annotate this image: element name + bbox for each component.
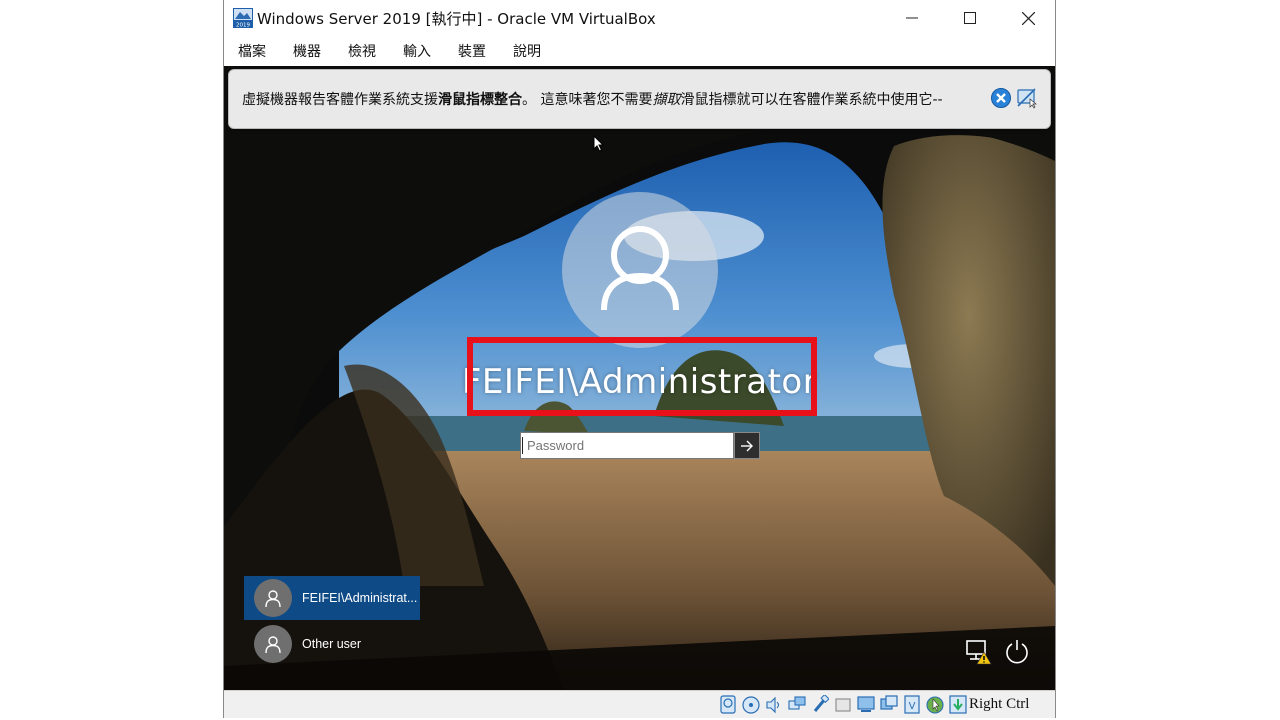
mouse-integration-icon[interactable] [926,695,944,714]
menu-file[interactable]: 檔案 [238,41,266,61]
recording-icon[interactable] [880,695,898,714]
network-icon[interactable] [788,695,806,714]
user-list-label: FEIFEI\Administrat... [302,591,418,605]
menu-bar: 檔案 機器 檢視 輸入 裝置 說明 [224,36,1055,66]
password-submit-button[interactable] [734,432,760,459]
do-not-show-again-icon[interactable] [1016,87,1038,109]
menu-machine[interactable]: 機器 [293,41,321,61]
usb-icon[interactable] [811,695,829,714]
maximize-button[interactable] [941,0,999,36]
close-button[interactable] [999,0,1057,36]
user-avatar-small [254,579,292,617]
close-notification-icon[interactable] [990,87,1012,109]
mouse-pointer-icon [593,135,605,152]
host-key-label: Right Ctrl [969,696,1030,712]
menu-help[interactable]: 說明 [513,41,541,61]
virtualbox-vm-icon[interactable]: 2019 [233,8,253,28]
user-icon [601,226,679,311]
status-bar: V Right Ctrl [224,690,1055,718]
menu-input[interactable]: 輸入 [403,41,431,61]
close-icon [1021,11,1035,25]
vm-display[interactable]: 虛擬機器報告客體作業系統支援滑鼠指標整合。 這意味著您不需要擷取滑鼠指標就可以在… [224,66,1055,690]
optical-drive-icon[interactable] [742,695,760,714]
user-icon [265,636,281,654]
svg-text:2019: 2019 [236,23,250,29]
user-icon [265,590,281,608]
display-icon[interactable] [857,695,875,714]
title-bar: 2019 Windows Server 2019 [執行中] - Oracle … [224,0,1055,36]
username-highlight-box [467,337,817,416]
menu-devices[interactable]: 裝置 [458,41,486,61]
user-avatar-small [254,625,292,663]
user-list-label: Other user [302,637,362,651]
maximize-icon [964,12,976,24]
hard-disk-icon[interactable] [719,695,737,714]
text-caret [522,437,523,454]
audio-icon[interactable] [765,695,783,714]
keyboard-capture-icon[interactable] [949,695,967,714]
virtualbox-window: 2019 Windows Server 2019 [執行中] - Oracle … [223,0,1056,718]
mouse-integration-notification: 虛擬機器報告客體作業系統支援滑鼠指標整合。 這意味著您不需要擷取滑鼠指標就可以在… [228,69,1051,129]
minimize-button[interactable] [883,0,941,36]
cpu-virtualization-icon[interactable]: V [903,695,921,714]
arrow-right-icon [741,440,753,451]
notification-text: 虛擬機器報告客體作業系統支援滑鼠指標整合。 這意味著您不需要擷取滑鼠指標就可以在… [242,92,943,108]
user-list-item-other-user[interactable]: Other user [244,622,420,666]
shared-folders-icon[interactable] [834,695,852,714]
user-avatar-large [562,192,718,348]
svg-text:V: V [909,701,916,712]
network-warning-icon[interactable] [964,636,994,666]
password-input[interactable] [520,432,734,459]
minimize-icon [906,17,918,19]
menu-view[interactable]: 檢視 [348,41,376,61]
user-list-item-administrator[interactable]: FEIFEI\Administrat... [244,576,420,620]
power-options-icon[interactable] [1002,636,1032,666]
window-title: Windows Server 2019 [執行中] - Oracle VM Vi… [257,10,656,28]
